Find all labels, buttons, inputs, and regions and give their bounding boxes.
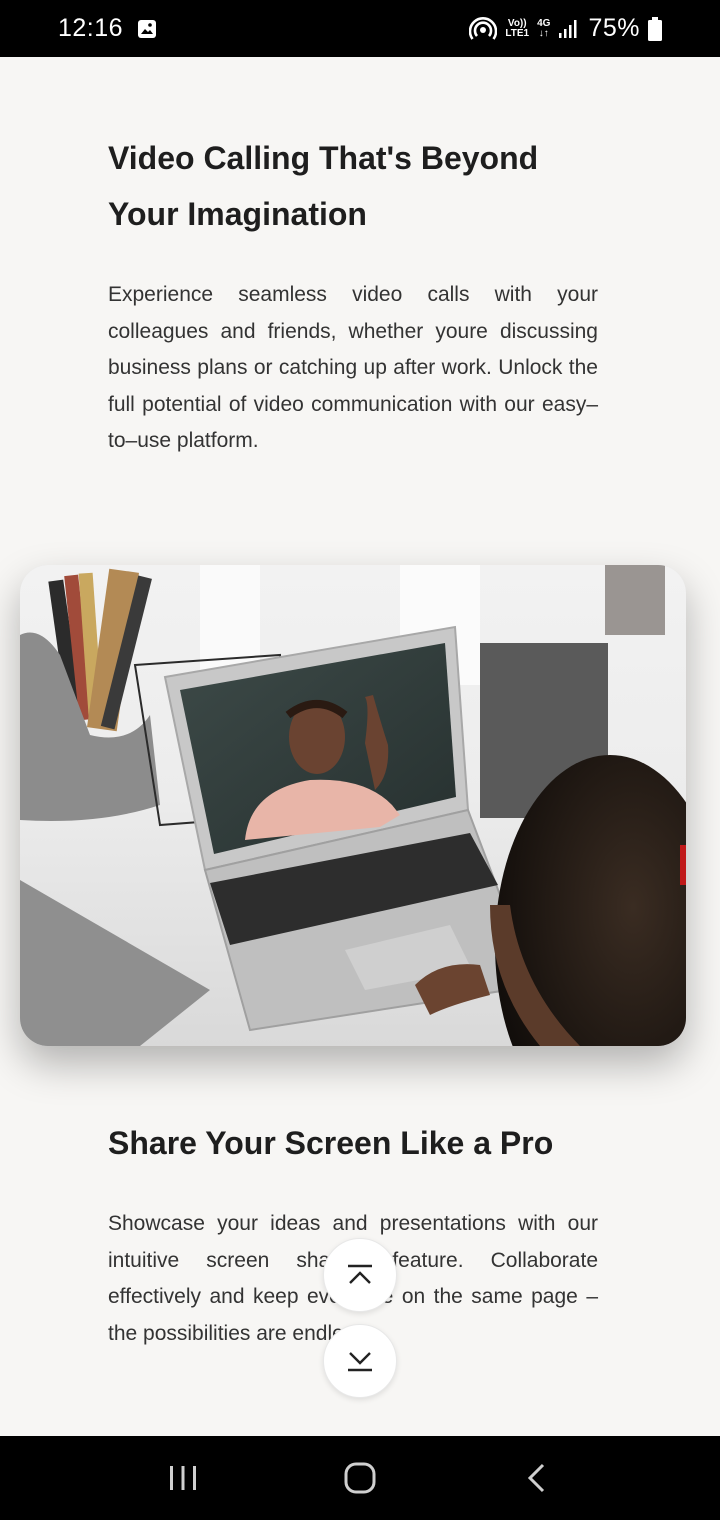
home-icon [344,1462,376,1494]
video-call-illustration [20,565,686,1046]
battery-icon [648,16,662,41]
status-time: 12:16 [58,14,124,42]
back-button[interactable] [507,1448,567,1508]
screen-share-title: Share Your Screen Like a Pro [108,1125,554,1161]
hotspot-icon [469,16,498,40]
video-calling-title: Video Calling That's Beyond Your Imagina… [108,140,539,232]
gallery-icon [138,19,157,38]
battery-percent: 75% [588,14,640,42]
recent-apps-icon [170,1466,197,1490]
page-content[interactable]: Video Calling That's Beyond Your Imagina… [0,57,720,1436]
status-bar: 12:16 Vo)) LTE1 4G ↓↑ 75% [0,0,720,57]
recent-apps-button[interactable] [153,1448,213,1508]
chevron-down-to-bottom-icon [348,1352,372,1372]
home-button[interactable] [330,1448,390,1508]
chevron-up-to-top-icon [348,1264,372,1284]
volte-indicator: Vo)) LTE1 [505,17,530,39]
scroll-to-top-button[interactable] [323,1238,397,1312]
scroll-to-bottom-button[interactable] [323,1324,397,1398]
navigation-bar [0,1436,720,1520]
video-calling-description: Experience seamless video calls with you… [108,283,598,452]
data-indicator: 4G ↓↑ [537,17,551,39]
back-icon [527,1463,544,1493]
signal-icon [559,19,577,38]
